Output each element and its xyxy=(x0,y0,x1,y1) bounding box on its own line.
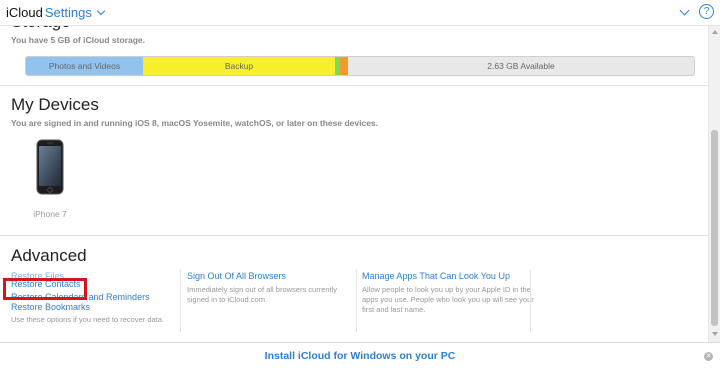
storage-subtitle: You have 5 GB of iCloud storage. xyxy=(11,35,145,45)
close-icon[interactable]: ✕ xyxy=(704,352,713,361)
iphone-icon xyxy=(36,139,64,195)
service-label: Settings xyxy=(44,5,92,20)
sign-out-all-browsers-link[interactable]: Sign Out Of All Browsers xyxy=(187,270,357,282)
scroll-thumb[interactable] xyxy=(711,130,718,326)
app-switcher[interactable]: iCloud Settings xyxy=(6,5,106,20)
device-label: iPhone 7 xyxy=(33,209,67,219)
scroll-up-arrow-icon[interactable] xyxy=(712,30,718,34)
storage-segment-backup: Backup xyxy=(143,57,335,75)
storage-segment-other-orange xyxy=(340,57,348,75)
column-divider xyxy=(180,270,181,332)
scroll-down-arrow-icon[interactable] xyxy=(712,332,718,336)
devices-heading: My Devices xyxy=(11,95,99,114)
install-banner: Install iCloud for Windows on your PC ✕ xyxy=(0,342,720,368)
manage-apps-column: Manage Apps That Can Look You Up Allow p… xyxy=(362,270,537,315)
manage-apps-description: Allow people to look you up by your Appl… xyxy=(362,285,534,314)
section-divider xyxy=(0,235,708,236)
restore-files-link[interactable]: Restore Files xyxy=(11,270,176,278)
device-iphone-7[interactable]: iPhone 7 xyxy=(24,136,76,222)
brand-label: iCloud xyxy=(6,5,43,20)
install-icloud-windows-link[interactable]: Install iCloud for Windows on your PC xyxy=(0,350,720,362)
help-icon[interactable]: ? xyxy=(699,4,714,19)
restore-bookmarks-link[interactable]: Restore Bookmarks xyxy=(11,301,176,313)
storage-segment-photos: Photos and Videos xyxy=(26,57,143,75)
account-chevron-down-icon[interactable] xyxy=(679,5,690,16)
chevron-down-icon xyxy=(96,6,106,16)
sign-out-description: Immediately sign out of all browsers cur… xyxy=(187,285,338,304)
top-bar: iCloud Settings ? xyxy=(0,0,720,26)
sign-out-column: Sign Out Of All Browsers Immediately sig… xyxy=(187,270,357,305)
section-divider xyxy=(0,85,708,86)
storage-usage-bar: Photos and Videos Backup 2.63 GB Availab… xyxy=(25,56,695,76)
advanced-heading: Advanced xyxy=(11,246,87,265)
icloud-settings-page: Storage You have 5 GB of iCloud storage.… xyxy=(0,0,720,368)
vertical-scrollbar[interactable] xyxy=(708,26,720,342)
highlight-box xyxy=(3,278,87,300)
column-divider xyxy=(530,270,531,332)
restore-note: Use these options if you need to recover… xyxy=(11,315,165,324)
manage-apps-link[interactable]: Manage Apps That Can Look You Up xyxy=(362,270,537,282)
column-divider xyxy=(356,270,357,332)
storage-segment-available: 2.63 GB Available xyxy=(348,57,694,75)
devices-subtitle: You are signed in and running iOS 8, mac… xyxy=(11,118,379,128)
